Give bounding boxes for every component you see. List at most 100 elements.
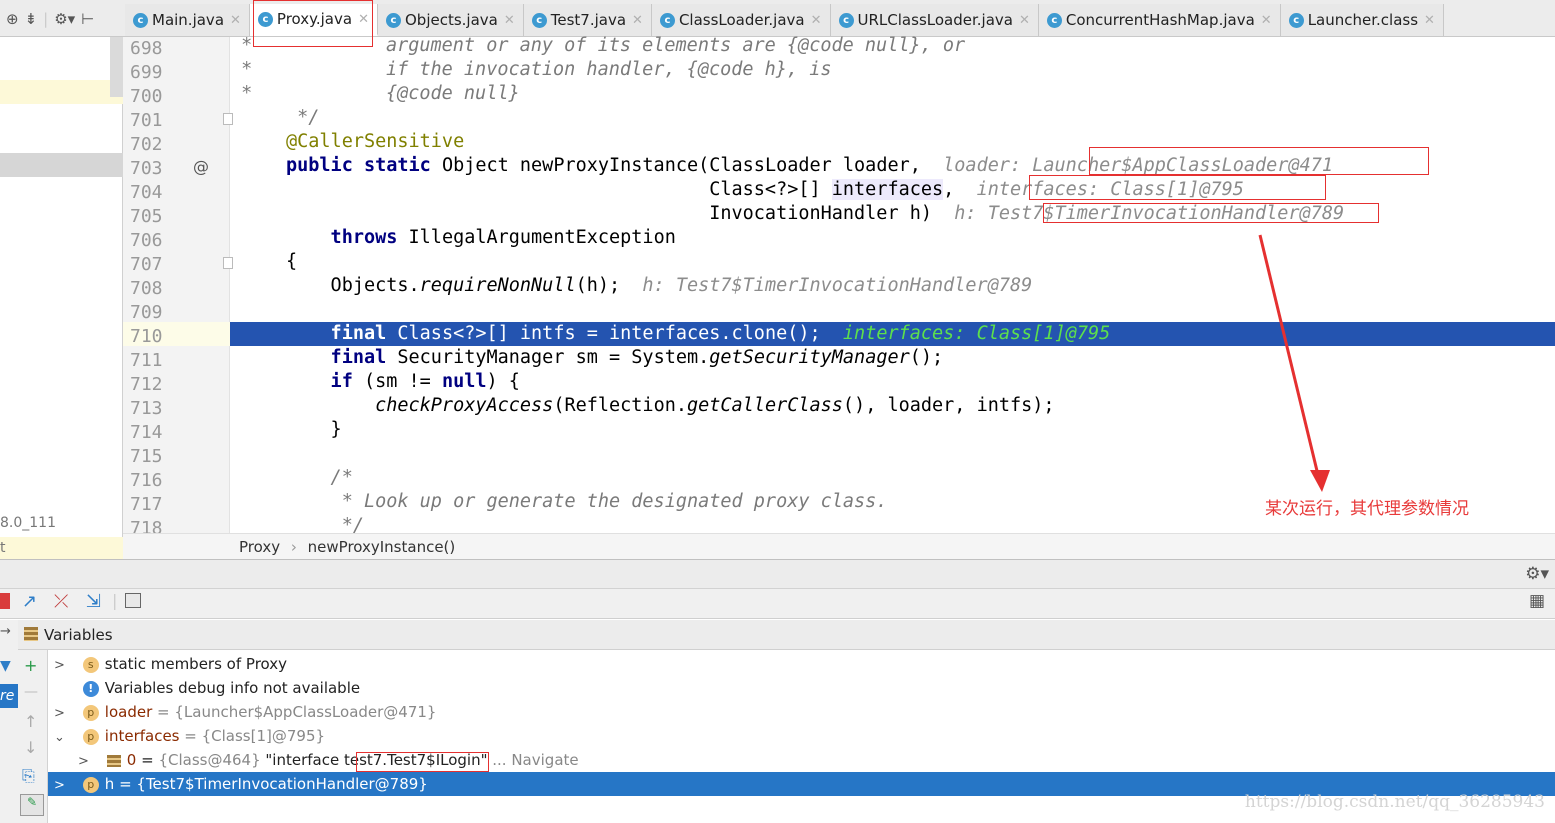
variable-name: interfaces [104,727,180,745]
tab-label: Test7.java [550,11,627,29]
drop-frame-icon[interactable]: ⤫ [54,591,68,612]
tab-main-java[interactable]: c Main.java ✕ [125,4,250,36]
evaluate-icon[interactable] [125,593,141,608]
code-line-704: Class<?>[] interfaces, interfaces: Class… [286,179,1244,200]
scrollbar[interactable] [110,37,123,97]
hide-icon[interactable]: ⊢ [81,10,94,28]
annotation-arrow [1258,234,1330,492]
variable-row-element-0[interactable]: > 0 = {Class@464} "interface test7.Test7… [48,748,1555,772]
line-number: 701 [130,110,163,131]
jdk-label: 8.0_111 [0,515,56,531]
project-panel-edge: 8.0_111 t [0,37,123,559]
override-marker-icon[interactable]: @ [193,157,209,176]
variables-title: Variables [44,626,113,644]
annotation-box-loader [1089,147,1429,175]
variable-name: static members of Proxy [104,655,288,673]
chevron-right-icon[interactable]: > [54,774,68,798]
class-icon: c [133,12,148,28]
annotation-box-ilogin [356,752,489,772]
code-line-714: } [286,419,342,440]
layout-icon[interactable]: ▦ [1529,591,1545,611]
restore-icon[interactable]: → [0,624,11,639]
tab-label: URLClassLoader.java [857,11,1013,29]
close-icon[interactable]: ✕ [811,13,822,28]
tab-label: Main.java [152,11,225,29]
gear-icon[interactable]: ⚙▾ [1525,564,1549,584]
move-up-icon[interactable]: ↑ [24,712,37,731]
gear-icon[interactable]: ⚙▾ [54,10,75,28]
tab-concurrenthashmap-java[interactable]: c ConcurrentHashMap.java ✕ [1038,4,1281,36]
navigate-link[interactable]: ... Navigate [488,751,578,769]
variable-row-interfaces[interactable]: ⌄ p interfaces = {Class[1]@795} [48,724,1555,748]
chevron-right-icon[interactable]: > [54,654,68,678]
close-icon[interactable]: ✕ [1261,13,1272,28]
line-number: 713 [130,398,163,419]
step-over-icon[interactable]: ↗ [22,591,37,612]
variable-type: {Class@464} [158,751,266,769]
frame-label[interactable]: re [0,684,18,708]
watch-icon[interactable]: ✎ [20,794,44,816]
selected-row [0,153,123,177]
line-number: 704 [130,182,163,203]
tab-objects-java[interactable]: c Objects.java ✕ [377,4,524,36]
chevron-right-icon[interactable]: > [78,750,92,774]
copy-icon[interactable]: ⎘ [22,766,35,786]
line-number: 710 [130,326,163,347]
variable-name: loader [104,703,153,721]
fold-icon[interactable] [223,257,233,269]
move-down-icon[interactable]: ↓ [24,738,37,757]
line-number: 709 [130,302,163,323]
variable-name: h [104,775,115,793]
close-icon[interactable]: ✕ [504,13,515,28]
tab-label: Objects.java [404,11,498,29]
fold-icon[interactable] [223,113,233,125]
watermark: https://blog.csdn.net/qq_36285943 [1244,792,1545,812]
variable-value: = {Launcher$AppClassLoader@471} [152,703,437,721]
tab-urlclassloader-java[interactable]: c URLClassLoader.java ✕ [830,4,1039,36]
line-number: 703 [130,158,163,179]
target-icon[interactable]: ⊕ [6,10,19,28]
variable-name: Variables debug info not available [104,679,361,697]
add-watch-icon[interactable]: + [24,656,37,675]
debug-side-toolbar: → ▼ re + — ↑ ↓ ⎘ ✎ [0,620,48,823]
remove-watch-icon[interactable]: — [24,684,38,700]
tab-launcher-class[interactable]: c Launcher.class ✕ [1280,4,1444,36]
line-number: 699 [130,62,163,83]
variable-row-static[interactable]: > s static members of Proxy [48,652,1555,676]
code-line-708: Objects.requireNonNull(h); h: Test7$Time… [286,275,1033,296]
close-icon[interactable]: ✕ [230,13,241,28]
close-icon[interactable]: ✕ [1019,13,1030,28]
variables-header: Variables [18,620,1555,650]
array-element-icon [106,754,121,767]
step-icon[interactable] [0,593,10,609]
close-icon[interactable]: ✕ [632,13,643,28]
run-to-cursor-icon[interactable]: ⇲ [86,591,101,612]
code-line-700: * {@code null} [230,83,520,104]
tab-classloader-java[interactable]: c ClassLoader.java ✕ [651,4,831,36]
line-number: 715 [130,446,163,467]
variable-row-loader[interactable]: > p loader = {Launcher$AppClassLoader@471… [48,700,1555,724]
variables-icon [24,627,38,641]
variable-equals: = [136,751,159,769]
chevron-down-icon[interactable]: ⌄ [54,726,68,750]
collapse-icon[interactable]: ⇟ [25,10,38,28]
code-line-706: throws IllegalArgumentException [286,227,676,248]
annotation-note: 某次运行，其代理参数情况 [1265,499,1469,519]
variable-value: = {Test7$TimerInvocationHandler@789} [114,775,428,793]
debug-toolbar: ↗ ⤫ ⇲ | ▦ [0,589,1555,619]
breadcrumb-method[interactable]: newProxyInstance() [308,538,456,556]
tab-test7-java[interactable]: c Test7.java ✕ [523,4,652,36]
editor-toolbar: ⊕ ⇟ | ⚙▾ ⊢ [6,9,95,28]
chevron-right-icon[interactable]: > [54,702,68,726]
filter-icon[interactable]: ▼ [0,658,11,674]
code-line-716: /* [286,467,353,488]
class-icon: c [659,12,675,28]
code-line-711: final SecurityManager sm = System.getSec… [286,347,944,368]
breadcrumb-class[interactable]: Proxy [239,538,280,556]
code-line-707: { [286,251,298,272]
close-icon[interactable]: ✕ [1424,13,1435,28]
code-line-699: * if the invocation handler, {@code h}, … [230,59,832,80]
static-icon: s [82,656,99,673]
tab-label: Launcher.class [1307,11,1419,29]
annotation-box-interfaces [1029,175,1326,200]
